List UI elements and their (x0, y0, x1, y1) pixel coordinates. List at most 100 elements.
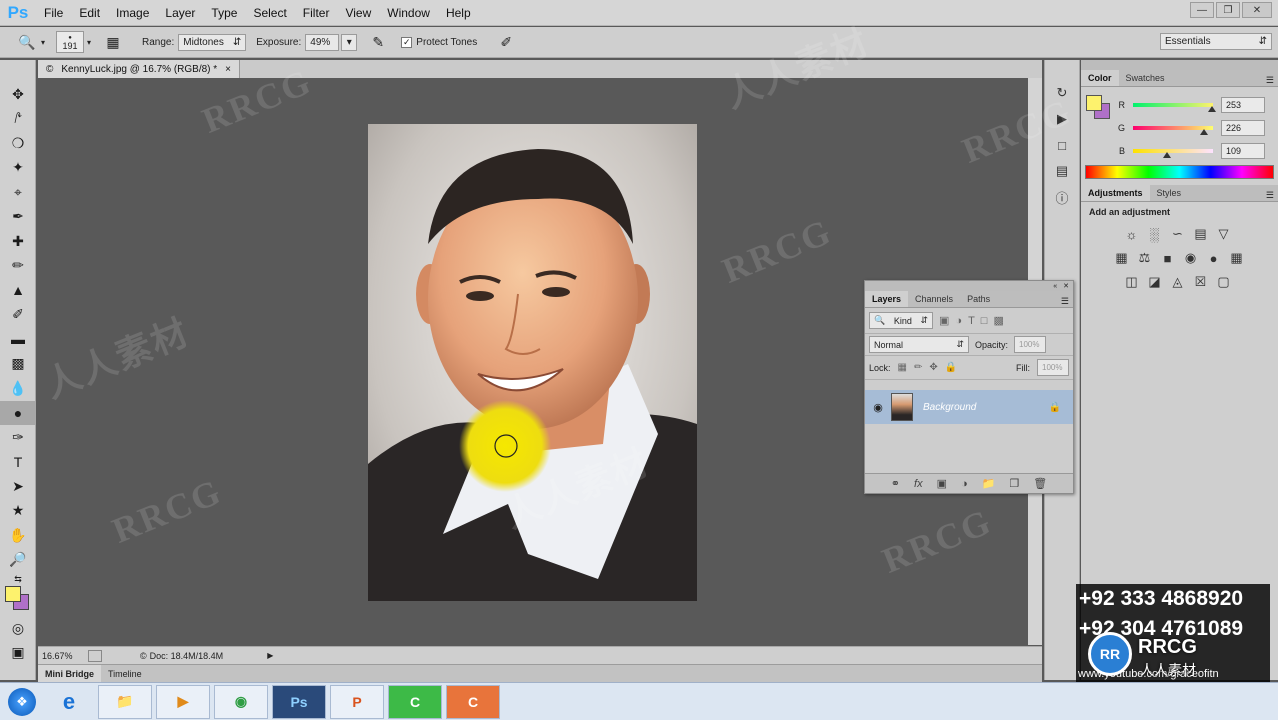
panel-menu-icon[interactable]: ☰ (1266, 190, 1278, 201)
sponge-tool-preset-icon[interactable]: 🔍 (16, 32, 38, 52)
sponge-tool-icon[interactable]: ● (0, 400, 36, 425)
menu-help[interactable]: Help (438, 0, 479, 26)
screen-mode-icon[interactable]: ▣ (0, 641, 36, 666)
menu-file[interactable]: File (36, 0, 71, 26)
red-value[interactable]: 253 (1221, 96, 1265, 113)
workspace-select[interactable]: Essentials ⇵ (1160, 33, 1272, 50)
tab-channels[interactable]: Channels (908, 291, 960, 307)
protect-tones-option[interactable]: ✓ Protect Tones (401, 36, 477, 48)
panel-menu-icon[interactable]: ☰ (1266, 75, 1278, 86)
posterize-icon[interactable]: ◪ (1146, 274, 1163, 291)
color-panel-foreground[interactable] (1086, 95, 1102, 111)
lock-transparency-icon[interactable]: ▦ (898, 362, 907, 373)
filter-smart-object-icon[interactable]: ▩ (993, 314, 1003, 327)
lock-all-icon[interactable]: 🔒 (945, 362, 957, 373)
exposure-icon[interactable]: ▤ (1192, 226, 1209, 243)
swap-colors-icon[interactable]: ⇆ (0, 572, 36, 586)
lock-position-icon[interactable]: ✥ (929, 362, 937, 373)
media-player-icon[interactable]: ▶ (156, 684, 210, 719)
fill-input[interactable]: 100% (1037, 359, 1069, 376)
photo-filter-icon[interactable]: ◉ (1182, 250, 1199, 267)
tab-color[interactable]: Color (1081, 70, 1119, 86)
camtasia-icon[interactable]: C (388, 684, 442, 719)
tool-presets-panel-icon[interactable]: □ (1045, 132, 1079, 158)
levels-icon[interactable]: ░ (1146, 226, 1163, 243)
color-swatches[interactable] (0, 586, 36, 616)
hand-tool-icon[interactable]: ✋ (0, 523, 36, 548)
delete-layer-icon[interactable]: 🗑 (1033, 477, 1047, 490)
minimize-button[interactable]: — (1190, 2, 1214, 18)
layer-row-background[interactable]: ◉ Background 🔒 (865, 390, 1073, 424)
tab-adjustments[interactable]: Adjustments (1081, 185, 1150, 201)
shape-tool-icon[interactable]: ★ (0, 499, 36, 524)
menu-window[interactable]: Window (379, 0, 438, 26)
black-white-icon[interactable]: ■ (1159, 250, 1176, 267)
selective-color-icon[interactable]: ☒ (1192, 274, 1209, 291)
crop-tool-icon[interactable]: ⌖ (0, 180, 36, 205)
menu-filter[interactable]: Filter (295, 0, 338, 26)
invert-icon[interactable]: ◫ (1123, 274, 1140, 291)
clone-stamp-tool-icon[interactable]: ▲ (0, 278, 36, 303)
chevron-down-icon[interactable]: ▾ (84, 32, 94, 52)
path-selection-tool-icon[interactable]: ➤ (0, 474, 36, 499)
type-tool-icon[interactable]: T (0, 450, 36, 475)
menu-edit[interactable]: Edit (71, 0, 108, 26)
blend-mode-select[interactable]: Normal ⇵ (869, 336, 969, 353)
tablet-pressure-icon[interactable]: ✐ (495, 32, 517, 52)
menu-view[interactable]: View (337, 0, 379, 26)
red-slider[interactable] (1133, 102, 1217, 112)
layer-style-icon[interactable]: fx (914, 478, 923, 490)
filter-adjustment-icon[interactable]: ◑ (955, 315, 962, 327)
eyedropper-tool-icon[interactable]: ✒ (0, 205, 36, 230)
properties-panel-icon[interactable]: ▤ (1045, 158, 1079, 184)
photoshop-taskbar-icon[interactable]: Ps (272, 684, 326, 719)
collapse-icon[interactable]: « (1053, 283, 1057, 290)
zoom-level[interactable]: 16.67% (42, 651, 88, 661)
foreground-color-swatch[interactable] (5, 586, 21, 602)
menu-layer[interactable]: Layer (157, 0, 203, 26)
close-button[interactable]: ✕ (1242, 2, 1272, 18)
green-slider[interactable] (1133, 125, 1213, 135)
visibility-eye-icon[interactable]: ◉ (865, 401, 891, 414)
lock-pixels-icon[interactable]: ✏ (914, 362, 922, 373)
panel-menu-icon[interactable]: ☰ (1061, 296, 1073, 307)
menu-select[interactable]: Select (245, 0, 294, 26)
magic-wand-tool-icon[interactable]: ✦ (0, 156, 36, 181)
add-mask-icon[interactable]: ▣ (937, 477, 947, 490)
lasso-tool-icon[interactable]: ❍ (0, 131, 36, 156)
new-layer-icon[interactable]: ❐ (1009, 477, 1019, 490)
link-layers-icon[interactable]: ⚭ (891, 477, 900, 490)
internet-explorer-icon[interactable]: e (44, 685, 94, 719)
tab-layers[interactable]: Layers (865, 291, 909, 307)
green-value[interactable]: 226 (1221, 119, 1265, 136)
actions-panel-icon[interactable]: ▶ (1045, 106, 1079, 132)
range-select[interactable]: Midtones ⇵ (178, 33, 247, 51)
color-balance-icon[interactable]: ⚖ (1136, 250, 1153, 267)
chrome-icon[interactable]: ◉ (214, 684, 268, 719)
document-info-icon[interactable] (88, 649, 102, 662)
new-adjustment-layer-icon[interactable]: ◑ (961, 478, 968, 490)
status-menu-arrow-icon[interactable]: ▶ (267, 651, 273, 660)
color-lookup-icon[interactable]: ▦ (1228, 250, 1245, 267)
brush-size-picker[interactable]: ● 191 (56, 31, 84, 53)
filter-shape-icon[interactable]: □ (981, 315, 988, 327)
file-explorer-icon[interactable]: 📁 (98, 684, 152, 719)
quick-mask-icon[interactable]: ◎ (0, 616, 36, 641)
move-tool-icon[interactable]: ✥ (0, 82, 36, 107)
curves-icon[interactable]: ∽ (1169, 226, 1186, 243)
zoom-tool-icon[interactable]: 🔎 (0, 548, 36, 573)
filter-pixel-icon[interactable]: ▣ (939, 314, 949, 327)
info-panel-icon[interactable]: ⓘ (1045, 184, 1079, 210)
exposure-slider-toggle[interactable]: ▾ (341, 33, 358, 51)
document-tab[interactable]: © KennyLuck.jpg @ 16.7% (RGB/8) * × (38, 60, 240, 78)
restore-button[interactable]: ❐ (1216, 2, 1240, 18)
vibrance-icon[interactable]: ▽ (1215, 226, 1232, 243)
airbrush-icon[interactable]: ✎ (367, 32, 389, 52)
tab-paths[interactable]: Paths (960, 291, 997, 307)
blue-slider[interactable] (1133, 148, 1213, 158)
menu-type[interactable]: Type (203, 0, 245, 26)
panel-title-bar[interactable]: « ✕ (865, 281, 1073, 291)
exposure-input[interactable]: 49% (305, 33, 340, 51)
marquee-tool-icon[interactable]: ⭚ (0, 107, 36, 132)
close-panel-icon[interactable]: ✕ (1063, 282, 1069, 290)
